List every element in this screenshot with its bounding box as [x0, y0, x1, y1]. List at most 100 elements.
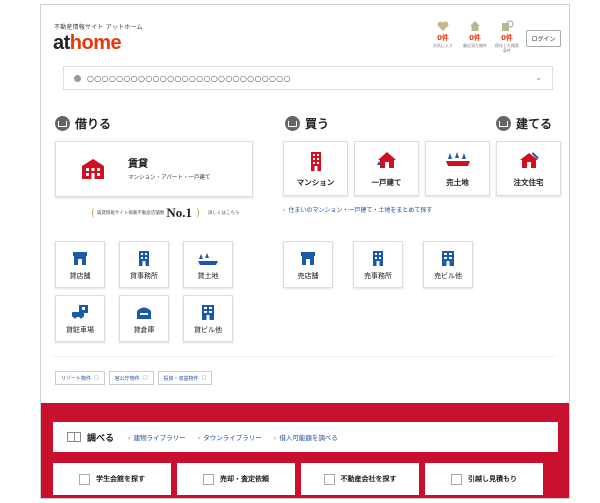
land-icon: [445, 151, 470, 170]
land-icon: [198, 250, 218, 269]
site-header: 不動産情報サイト アットホーム athome 0件 お気に入り 0件 最近見た物…: [41, 5, 569, 61]
favorites-link[interactable]: 0件 お気に入り: [431, 19, 455, 53]
mansion-icon: [308, 151, 324, 175]
favorites-caption: お気に入り: [433, 43, 453, 48]
rent-shop-card[interactable]: 貸店舗: [55, 241, 105, 288]
recent-link[interactable]: 0件 最近見た物件: [463, 19, 487, 53]
rent-building-card[interactable]: 貸ビル他: [183, 295, 233, 342]
buy-all-link-text: 住まいのマンション・一戸建て・土地をまとめて探す: [288, 207, 433, 214]
buy-building-label: 売ビル他: [434, 272, 462, 280]
rent-shop-label: 貸店舗: [69, 272, 91, 280]
book-icon: [67, 432, 81, 442]
student-dorm-button[interactable]: 学生会館を探す: [53, 463, 171, 495]
section-rent-title: 借りる: [75, 117, 112, 131]
investment-property-link[interactable]: 投資・収益物件 □: [157, 371, 213, 385]
rent-office-card[interactable]: 貸事務所: [119, 241, 169, 288]
header-icons: 0件 お気に入り 0件 最近見た物件 0件 保存した検索条件: [431, 19, 519, 53]
loan-estimate-link[interactable]: › 借入可能額を調べる: [274, 432, 338, 442]
page-frame: 不動産情報サイト アットホーム athome 0件 お気に入り 0件 最近見た物…: [40, 4, 570, 499]
buy-shop-card[interactable]: 売店舗: [283, 241, 333, 288]
parking-icon: [71, 304, 89, 323]
build-section-icon: [496, 116, 511, 131]
heart-icon: [431, 19, 455, 33]
rent-card-subtitle: マンション・アパート・一戸建て: [128, 175, 211, 181]
buy-house-card[interactable]: 一戸建て: [354, 141, 419, 196]
buy-house-label: 一戸建て: [371, 178, 402, 187]
section-buy: 買う: [285, 115, 329, 132]
rent-card-title: 賃貸: [128, 159, 148, 170]
apartment-icon: [80, 158, 106, 184]
resort-property-link[interactable]: リゾート物件 □: [55, 371, 105, 385]
sale-appraisal-button[interactable]: 売却・査定依頼: [177, 463, 295, 495]
warehouse-icon: [136, 304, 152, 323]
saved-search-caption: 保存した検索条件: [495, 43, 519, 53]
no1-badge: No.1: [166, 205, 193, 220]
rent-land-card[interactable]: 貸土地: [183, 241, 233, 288]
rent-land-label: 貸土地: [197, 272, 219, 280]
athome-logo[interactable]: athome: [53, 32, 122, 55]
logo-home: home: [69, 32, 122, 54]
house-icon: [463, 19, 487, 33]
buy-land-card[interactable]: 売土地: [425, 141, 490, 196]
saved-search-link[interactable]: 0件 保存した検索条件: [495, 19, 519, 53]
tools-area: 調べる › 建物ライブラリー › タウンライブラリー › 借入可能額を調べる 学生会館…: [41, 403, 569, 498]
recent-count: 0件: [469, 34, 481, 42]
bottom-buttons: 学生会館を探す 売却・査定依頼 不動産会社を探す 引越し見積もり: [53, 463, 543, 495]
special-property-links: リゾート物件 □ 官公庁物件 □ 投資・収益物件 □: [55, 371, 213, 385]
document-icon: [203, 473, 214, 485]
building-icon: [201, 304, 215, 324]
rent-section-icon: [55, 116, 70, 131]
research-heading: 調べる: [87, 433, 115, 444]
government-property-link[interactable]: 官公庁物件 □: [108, 371, 154, 385]
section-build-title: 建てる: [516, 117, 553, 131]
buy-mansion-card[interactable]: マンション: [283, 141, 348, 196]
external-link-icon: □: [201, 375, 207, 381]
build-custom-house-label: 注文住宅: [513, 178, 544, 187]
house-icon: [376, 151, 398, 173]
section-rent: 借りる: [55, 115, 111, 132]
shop-icon: [300, 250, 316, 269]
dorm-icon: [79, 473, 90, 485]
moving-estimate-button[interactable]: 引越し見積もり: [425, 463, 543, 495]
search-save-icon: [495, 19, 519, 33]
rent-warehouse-card[interactable]: 貸倉庫: [119, 295, 169, 342]
buy-section-icon: [285, 116, 300, 131]
office-icon: [371, 250, 385, 270]
rent-residential-card[interactable]: 賃貸 マンション・アパート・一戸建て: [55, 141, 253, 197]
office-icon: [137, 250, 151, 270]
agency-icon: [323, 473, 335, 485]
shop-icon: [72, 250, 88, 269]
find-agency-button[interactable]: 不動産会社を探す: [301, 463, 419, 495]
buy-mansion-label: マンション: [296, 178, 335, 187]
truck-icon: [451, 473, 462, 485]
address-text: ○○○○○○○○○○○○○○○○○○○○○○○○○○○○: [87, 73, 291, 83]
buy-building-card[interactable]: 売ビル他: [423, 241, 473, 288]
section-build: 建てる: [496, 115, 552, 132]
site-tagline: 不動産情報サイト アットホーム: [54, 24, 143, 31]
chevron-down-icon: ⌄: [535, 73, 542, 82]
town-library-link[interactable]: › タウンライブラリー: [198, 432, 262, 442]
divider: [55, 356, 553, 357]
building-library-link[interactable]: › 建物ライブラリー: [128, 432, 186, 442]
external-link-icon: □: [142, 375, 148, 381]
buy-office-card[interactable]: 売事務所: [353, 241, 403, 288]
buy-office-label: 売事務所: [364, 272, 392, 280]
external-link-icon: □: [94, 375, 99, 381]
section-buy-title: 買う: [305, 117, 330, 131]
buy-all-link[interactable]: › 住まいのマンション・一戸建て・土地をまとめて探す: [283, 205, 432, 214]
rent-warehouse-label: 貸倉庫: [133, 326, 155, 334]
rent-parking-label: 貸駐車場: [66, 326, 94, 334]
rent-building-label: 貸ビル他: [194, 326, 222, 334]
favorites-count: 0件: [437, 34, 449, 42]
no1-more-link[interactable]: 詳しくはこちら: [208, 210, 240, 216]
address-selector[interactable]: ○○○○○○○○○○○○○○○○○○○○○○○○○○○○ ⌄: [63, 66, 553, 90]
no1-banner[interactable]: ( 賃貸情報サイト掲載不動産店舗数 No.1 ) 詳しくはこちら: [89, 205, 239, 221]
location-pin-icon: [74, 74, 81, 82]
recent-caption: 最近見た物件: [463, 43, 487, 48]
login-button[interactable]: ログイン: [526, 30, 561, 47]
building-icon: [441, 250, 455, 270]
saved-search-count: 0件: [501, 34, 513, 42]
no1-text: 賃貸情報サイト掲載不動産店舗数: [96, 211, 165, 216]
build-custom-house-card[interactable]: 注文住宅: [496, 141, 561, 196]
rent-parking-card[interactable]: 貸駐車場: [55, 295, 105, 342]
